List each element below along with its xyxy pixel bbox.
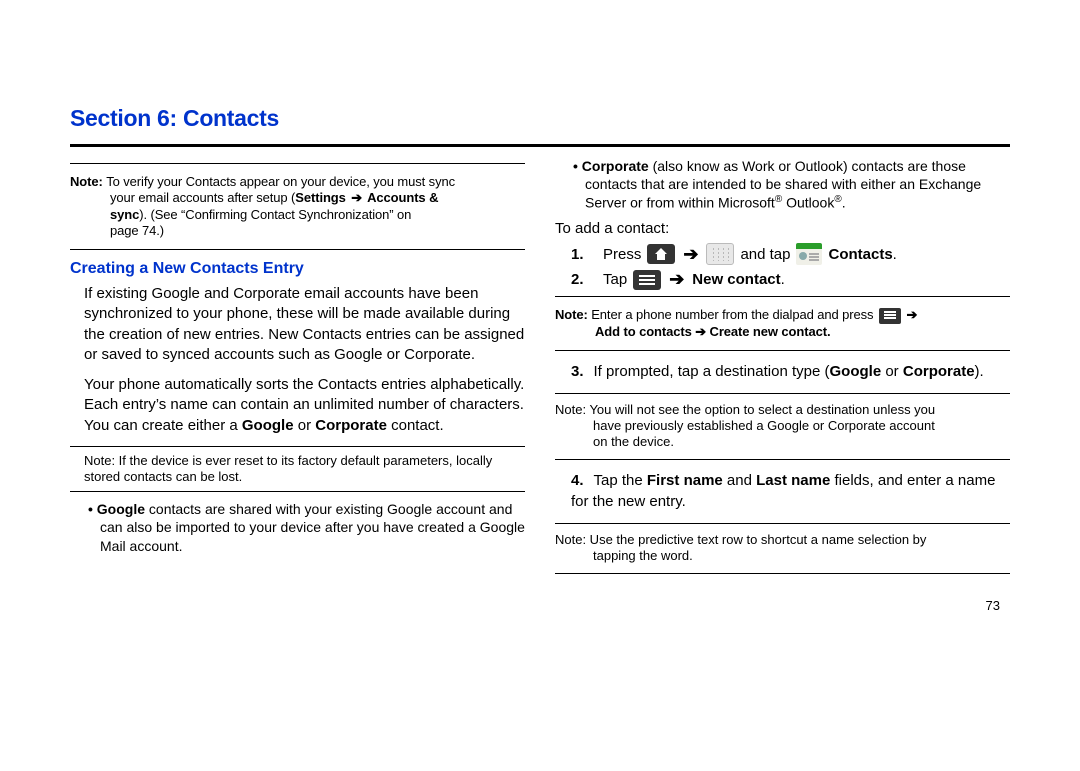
divider: [555, 523, 1010, 524]
contacts-app-icon: [796, 243, 822, 265]
arrow-icon: ➔: [683, 244, 698, 265]
divider: [555, 393, 1010, 394]
apps-grid-icon: [706, 243, 734, 265]
divider: [70, 491, 525, 492]
body-paragraph: Your phone automatically sorts the Conta…: [84, 375, 525, 436]
step-number: 2.: [571, 271, 589, 288]
google-bullet: Google contacts are shared with your exi…: [100, 500, 525, 555]
note-text: To verify your Contacts appear on your d…: [106, 174, 455, 189]
dialpad-note: Note: Enter a phone number from the dial…: [555, 303, 1010, 344]
left-column: Note: To verify your Contacts appear on …: [70, 157, 525, 578]
step-4: 4.Tap the First name and Last name field…: [571, 470, 1010, 514]
menu-icon: [633, 270, 661, 290]
title-rule: [70, 144, 1010, 147]
corporate-bullet: Corporate (also know as Work or Outlook)…: [585, 157, 1010, 212]
divider: [555, 573, 1010, 574]
body-paragraph: If existing Google and Corporate email a…: [84, 284, 525, 365]
sync-note: Note: To verify your Contacts appear on …: [70, 170, 525, 243]
predictive-note: Note: Use the predictive text row to sho…: [555, 528, 1010, 569]
page-number: 73: [70, 598, 1010, 613]
step-text: Press: [603, 246, 641, 263]
divider: [70, 446, 525, 447]
home-icon: [647, 244, 675, 264]
menu-icon: [879, 308, 901, 324]
subsection-heading: Creating a New Contacts Entry: [70, 260, 525, 278]
section-title: Section 6: Contacts: [70, 105, 1010, 132]
right-column: Corporate (also know as Work or Outlook)…: [555, 157, 1010, 578]
note-rule-top: [70, 163, 525, 164]
note-label: Note:: [70, 174, 106, 189]
step-number: 3.: [571, 363, 584, 380]
factory-reset-note: Note: If the device is ever reset to its…: [84, 453, 525, 486]
two-column-layout: Note: To verify your Contacts appear on …: [70, 157, 1010, 578]
destination-note: Note: You will not see the option to sel…: [555, 398, 1010, 455]
note-label: Note:: [555, 307, 591, 322]
note-rule-bottom: [70, 249, 525, 250]
step-3: 3.If prompted, tap a destination type (G…: [571, 361, 1010, 383]
step-number: 4.: [571, 472, 584, 489]
to-add-contact-label: To add a contact:: [555, 220, 1010, 237]
step-2: 2. Tap ➔ New contact.: [571, 269, 1010, 290]
divider: [555, 350, 1010, 351]
note-line: your email accounts after setup (Setting…: [110, 190, 525, 206]
step-text: and tap: [740, 246, 790, 263]
document-page: Section 6: Contacts Note: To verify your…: [0, 0, 1080, 643]
note-line: sync). (See “Confirming Contact Synchron…: [110, 207, 525, 223]
note-line: page 74.): [110, 223, 525, 239]
step-number: 1.: [571, 246, 589, 263]
step-1: 1. Press ➔ and tap Contacts.: [571, 243, 1010, 265]
divider: [555, 296, 1010, 297]
arrow-icon: ➔: [669, 269, 684, 290]
step-text: Tap: [603, 271, 627, 288]
divider: [555, 459, 1010, 460]
